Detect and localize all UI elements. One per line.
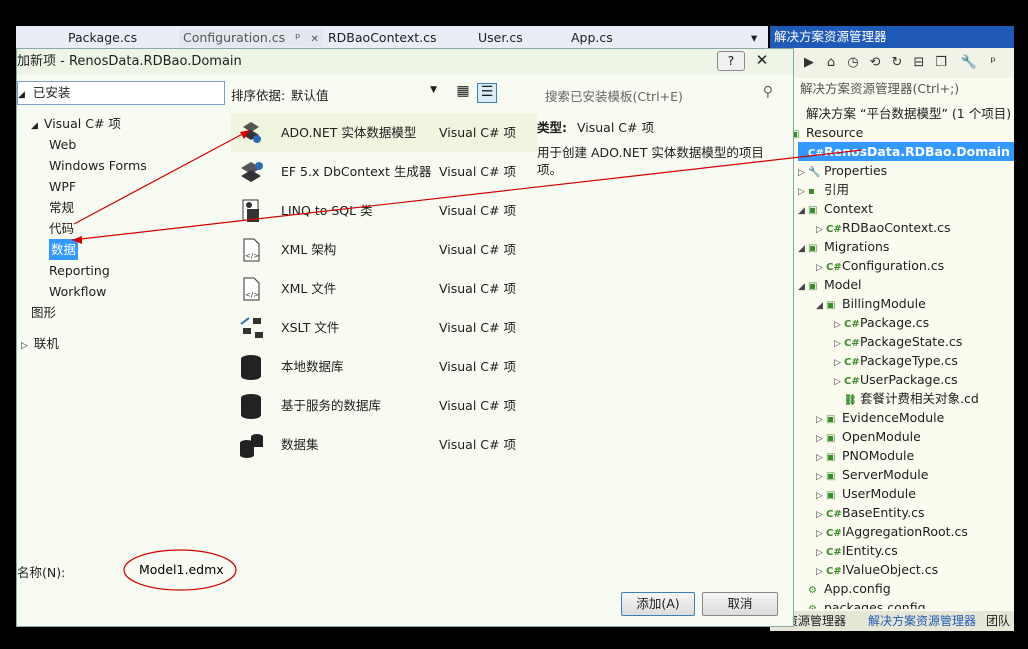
- annotation-arrow-1: [73, 129, 251, 225]
- annotation-arrow-2: [71, 149, 863, 241]
- annotation-arrowhead-2: [72, 236, 82, 244]
- annotation-ellipse: [123, 549, 237, 591]
- annotation-overlay: [71, 129, 863, 591]
- annotation-arrowhead-1: [240, 130, 250, 139]
